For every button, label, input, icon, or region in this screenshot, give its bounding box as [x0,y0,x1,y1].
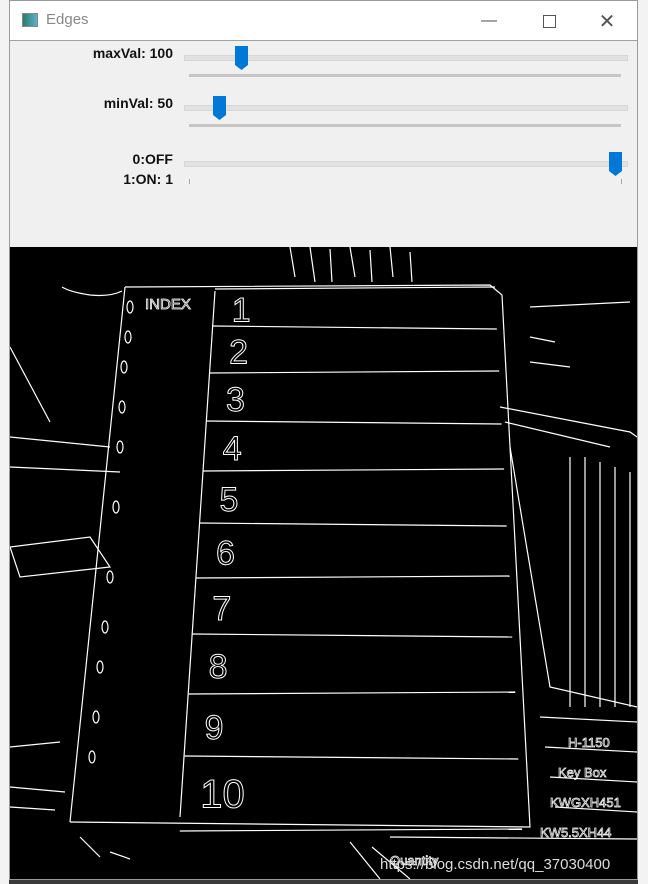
minimize-button[interactable]: — [466,7,512,35]
tab-number: 1 [232,292,251,330]
app-icon [22,13,38,27]
tab-number: 9 [205,709,224,747]
tab-divider-line [214,286,496,290]
maximize-icon [542,14,556,28]
side-label: KW5.5XH44 [540,825,612,840]
binder-hole [118,400,126,414]
tab-number: 6 [216,535,235,573]
tab-divider-line [209,370,500,374]
trackbar-minval[interactable] [184,105,628,111]
tab-number: 2 [229,334,248,372]
tab-divider-line [179,828,523,832]
side-label: Key Box [558,765,607,780]
index-label: INDEX [145,296,191,313]
binder-hole [96,660,104,674]
tab-divider-line [203,468,505,472]
trackbar-thumb-minval[interactable] [213,96,227,120]
binder-hole [112,500,120,514]
trackbar-thumb-switch[interactable] [609,152,622,176]
trackbar-switch[interactable] [184,161,628,167]
tab-divider-line [199,522,507,527]
binder-hole [88,750,96,764]
trackbar-maxval[interactable] [184,55,628,61]
edges-image: 1 2 3 4 5 6 7 8 9 10 INDEX H-1150 Key Box KWGXH451 K… [9,246,638,880]
tab-divider-line [188,691,516,695]
tick-mark [621,179,622,184]
edge-map: 1 2 3 4 5 6 7 8 9 10 INDEX H-1150 Key Box KWGXH451 K… [9,246,638,880]
tab-number: 8 [209,648,228,686]
edges-window: Edges — ✕ maxVal: 100 minVal: 50 0:OFF 1… [9,0,638,880]
index-tab-rows: 1 2 3 4 5 6 7 8 9 10 [179,286,523,832]
binder-hole [101,620,109,634]
tab-number: 5 [219,481,238,519]
binder-holes [88,300,134,764]
background-edges [9,246,638,880]
trackbar-label-maxval: maxVal: 100 [92,45,173,61]
minimize-icon: — [481,12,497,29]
binder-hole [106,570,114,584]
trackbar-ticks [189,74,621,77]
binder-hole [120,360,128,374]
tab-number: 10 [200,773,245,817]
tick-mark [189,179,190,184]
tab-divider-line [184,755,519,760]
close-button[interactable]: ✕ [584,7,630,35]
trackbar-label-switch-line1: 0:OFF [132,151,173,167]
binder-hole [126,300,134,314]
window-title: Edges [46,11,89,28]
maximize-button[interactable] [526,7,572,35]
tab-number: 7 [212,590,231,628]
trackbar-ticks [189,124,621,127]
trackbar-label-minval: minVal: 50 [103,95,173,111]
tab-divider-line [192,633,513,638]
trackbar-label-switch-line2: 1:ON: 1 [123,171,173,187]
side-labels: H-1150Key BoxKWGXH451KW5.5XH44Quantity [390,735,622,869]
trackbar-panel: maxVal: 100 minVal: 50 0:OFF 1:ON: 1 [10,41,637,247]
binder-hole [124,330,132,344]
background-right [638,0,648,884]
title-bar: Edges — ✕ [10,1,637,41]
side-label: KWGXH451 [550,795,621,810]
tab-number: 4 [223,430,242,468]
tab-divider-line [206,420,502,425]
tab-number: 3 [226,381,245,419]
tab-divider-line [212,325,497,330]
trackbar-thumb-maxval[interactable] [234,46,248,70]
background-left [0,0,9,884]
tab-divider-line [196,575,510,579]
close-icon: ✕ [598,10,616,33]
watermark: https://blog.csdn.net/qq_37030400 [380,856,610,873]
binder-hole [92,710,100,724]
binder-hole [116,440,124,454]
side-label: H-1150 [568,735,610,750]
